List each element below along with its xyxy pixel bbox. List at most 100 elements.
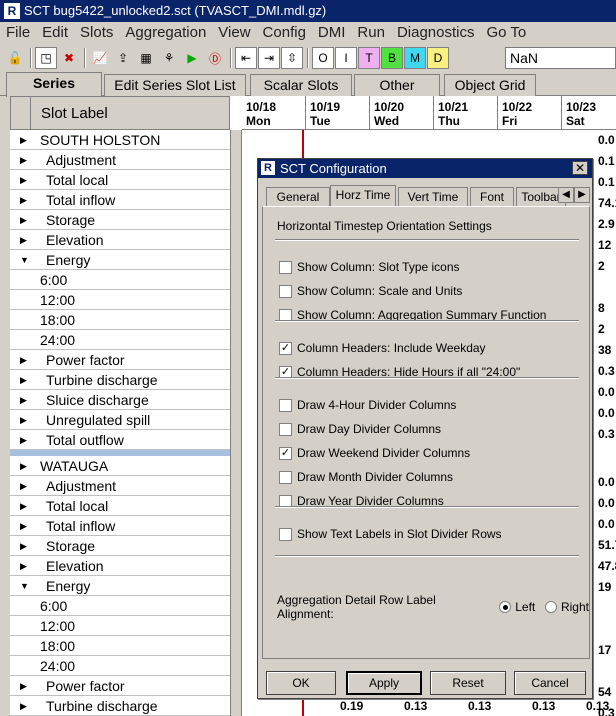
fit-columns-icon[interactable]: ⇳ — [281, 47, 303, 69]
tab-edit-series-slot-list[interactable]: Edit Series Slot List — [104, 74, 246, 96]
cell-value[interactable]: 0.13 — [586, 699, 609, 713]
unlock-icon[interactable]: 🔓 — [4, 47, 26, 69]
date-column-header[interactable]: 10/22 Fri — [498, 96, 562, 130]
sync-left-icon[interactable]: ⇤ — [235, 47, 257, 69]
option-checkbox[interactable]: Draw Day Divider Columns — [279, 422, 441, 436]
tab-scroll-left-icon[interactable]: ◀ — [558, 187, 574, 203]
dialog-tab-vert-time[interactable]: Vert Time — [398, 187, 468, 206]
cell-value[interactable]: 0.1 — [598, 175, 615, 189]
expand-arrow-icon[interactable]: ▶ — [20, 170, 27, 190]
run-start-icon[interactable]: ▶ — [181, 47, 203, 69]
slot-row[interactable]: ▶ Elevation — [10, 556, 230, 576]
timestep-row[interactable]: 18:00 — [10, 310, 230, 330]
expand-arrow-icon[interactable]: ▶ — [20, 410, 27, 430]
menu-item-run[interactable]: Run — [351, 22, 391, 44]
alignment-right-radio[interactable] — [545, 601, 557, 613]
option-checkbox[interactable]: ✓ Draw Weekend Divider Columns — [279, 446, 470, 460]
delete-icon[interactable]: ✖ — [58, 47, 80, 69]
expand-arrow-icon[interactable]: ▶ — [20, 230, 27, 250]
option-checkbox[interactable]: Show Column: Slot Type icons — [279, 260, 460, 274]
cell-value[interactable]: 51.7 — [598, 538, 616, 552]
plot-icon[interactable]: 📈 — [89, 47, 111, 69]
tab-scroll-right-icon[interactable]: ▶ — [574, 187, 590, 203]
import-icon[interactable]: ⇪ — [112, 47, 134, 69]
flag-m-button[interactable]: M — [404, 47, 426, 69]
object-row[interactable]: ▶ WATAUGA — [10, 456, 230, 476]
cell-value[interactable]: 0.0 — [598, 517, 615, 531]
slot-row[interactable]: ▶ Elevation — [10, 230, 230, 250]
cell-value[interactable]: 0.3 — [598, 364, 615, 378]
dmi-icon[interactable]: Ⓓ — [204, 47, 226, 69]
menu-item-diagnostics[interactable]: Diagnostics — [391, 22, 481, 44]
checked-icon[interactable]: ✓ — [279, 446, 292, 460]
expand-arrow-icon[interactable]: ▶ — [20, 556, 27, 576]
cell-value[interactable]: 8 — [598, 301, 605, 315]
slot-row[interactable]: ▶ Power factor — [10, 676, 230, 696]
cell-value[interactable]: 2 — [598, 259, 605, 273]
slot-row[interactable]: ▶ Total outflow — [10, 430, 230, 450]
calculator-icon[interactable]: ▦ — [135, 47, 157, 69]
timestep-row[interactable]: 6:00 — [10, 596, 230, 616]
date-column-header[interactable]: 10/18 Mon — [242, 96, 306, 130]
ok-button[interactable]: OK — [266, 671, 336, 695]
flag-i-button[interactable]: I — [335, 47, 357, 69]
cancel-button[interactable]: Cancel — [514, 671, 586, 695]
dialog-tab-font[interactable]: Font — [470, 187, 514, 206]
slot-row[interactable]: ▶ Adjustment — [10, 150, 230, 170]
timestep-row[interactable]: 18:00 — [10, 636, 230, 656]
dialog-tab-horz-time[interactable]: Horz Time — [330, 185, 396, 207]
cell-value[interactable]: 0.13 — [404, 699, 427, 713]
timestep-row[interactable]: 6:00 — [10, 270, 230, 290]
menu-item-slots[interactable]: Slots — [74, 22, 119, 44]
slot-row[interactable]: ▶ Adjustment — [10, 476, 230, 496]
alignment-left-radio[interactable] — [499, 601, 512, 613]
expand-arrow-icon[interactable]: ▶ — [20, 476, 27, 496]
cell-value[interactable]: 74.1 — [598, 196, 616, 210]
apply-button[interactable]: Apply — [346, 671, 422, 695]
unchecked-box[interactable] — [279, 470, 292, 484]
expand-arrow-icon[interactable]: ▶ — [20, 210, 27, 230]
tab-scalar-slots[interactable]: Scalar Slots — [250, 74, 352, 96]
reset-button[interactable]: Reset — [430, 671, 506, 695]
cell-value[interactable]: 19 — [598, 580, 611, 594]
slot-row[interactable]: ▶ Unregulated spill — [10, 410, 230, 430]
cell-value[interactable]: 0.0 — [598, 385, 615, 399]
cell-value[interactable]: 38 — [598, 343, 611, 357]
expand-arrow-icon[interactable]: ▶ — [20, 190, 27, 210]
cell-value[interactable]: 0.0 — [598, 133, 615, 147]
unchecked-box[interactable] — [279, 284, 292, 298]
cell-value[interactable]: 47.8 — [598, 559, 616, 573]
cell-value[interactable]: 0.13 — [468, 699, 491, 713]
option-checkbox[interactable]: Draw 4-Hour Divider Columns — [279, 398, 456, 412]
flag-t-button[interactable]: T — [358, 47, 380, 69]
expand-arrow-icon[interactable]: ▶ — [20, 536, 27, 556]
slot-row[interactable]: ▶ Turbine discharge — [10, 696, 230, 716]
slot-row[interactable]: ▶ Sluice discharge — [10, 390, 230, 410]
flag-b-button[interactable]: B — [381, 47, 403, 69]
cell-value[interactable]: 0.0 — [598, 406, 615, 420]
unchecked-box[interactable] — [279, 422, 292, 436]
expand-arrow-icon[interactable]: ▶ — [20, 370, 27, 390]
cell-value[interactable]: 0.3 — [598, 427, 615, 441]
slot-label-header[interactable]: Slot Label — [10, 96, 230, 131]
cell-value[interactable]: 0.1 — [598, 154, 615, 168]
expand-arrow-icon[interactable]: ▶ — [20, 390, 27, 410]
option-checkbox[interactable]: Show Column: Scale and Units — [279, 284, 462, 298]
slot-row[interactable]: ▶ Total inflow — [10, 190, 230, 210]
tab-object-grid[interactable]: Object Grid — [444, 74, 536, 96]
menu-item-go-to[interactable]: Go To — [480, 22, 532, 44]
option-checkbox[interactable]: Show Text Labels in Slot Divider Rows — [279, 527, 502, 541]
slot-row[interactable]: ▼ Energy — [10, 250, 230, 270]
date-column-header[interactable]: 10/20 Wed — [370, 96, 434, 130]
slot-row[interactable]: ▶ Total local — [10, 496, 230, 516]
slot-row[interactable]: ▶ Storage — [10, 536, 230, 556]
date-column-header[interactable]: 10/23 Sat — [562, 96, 616, 130]
menu-item-view[interactable]: View — [212, 22, 256, 44]
dialog-tab-general[interactable]: General — [266, 187, 330, 206]
checked-icon[interactable]: ✓ — [279, 341, 292, 355]
option-checkbox[interactable]: ✓ Column Headers: Include Weekday — [279, 341, 486, 355]
menu-item-file[interactable]: File — [0, 22, 36, 44]
expand-arrow-icon[interactable]: ▶ — [20, 430, 27, 450]
slot-row[interactable]: ▶ Total inflow — [10, 516, 230, 536]
open-object-icon[interactable]: ◳ — [35, 47, 57, 69]
